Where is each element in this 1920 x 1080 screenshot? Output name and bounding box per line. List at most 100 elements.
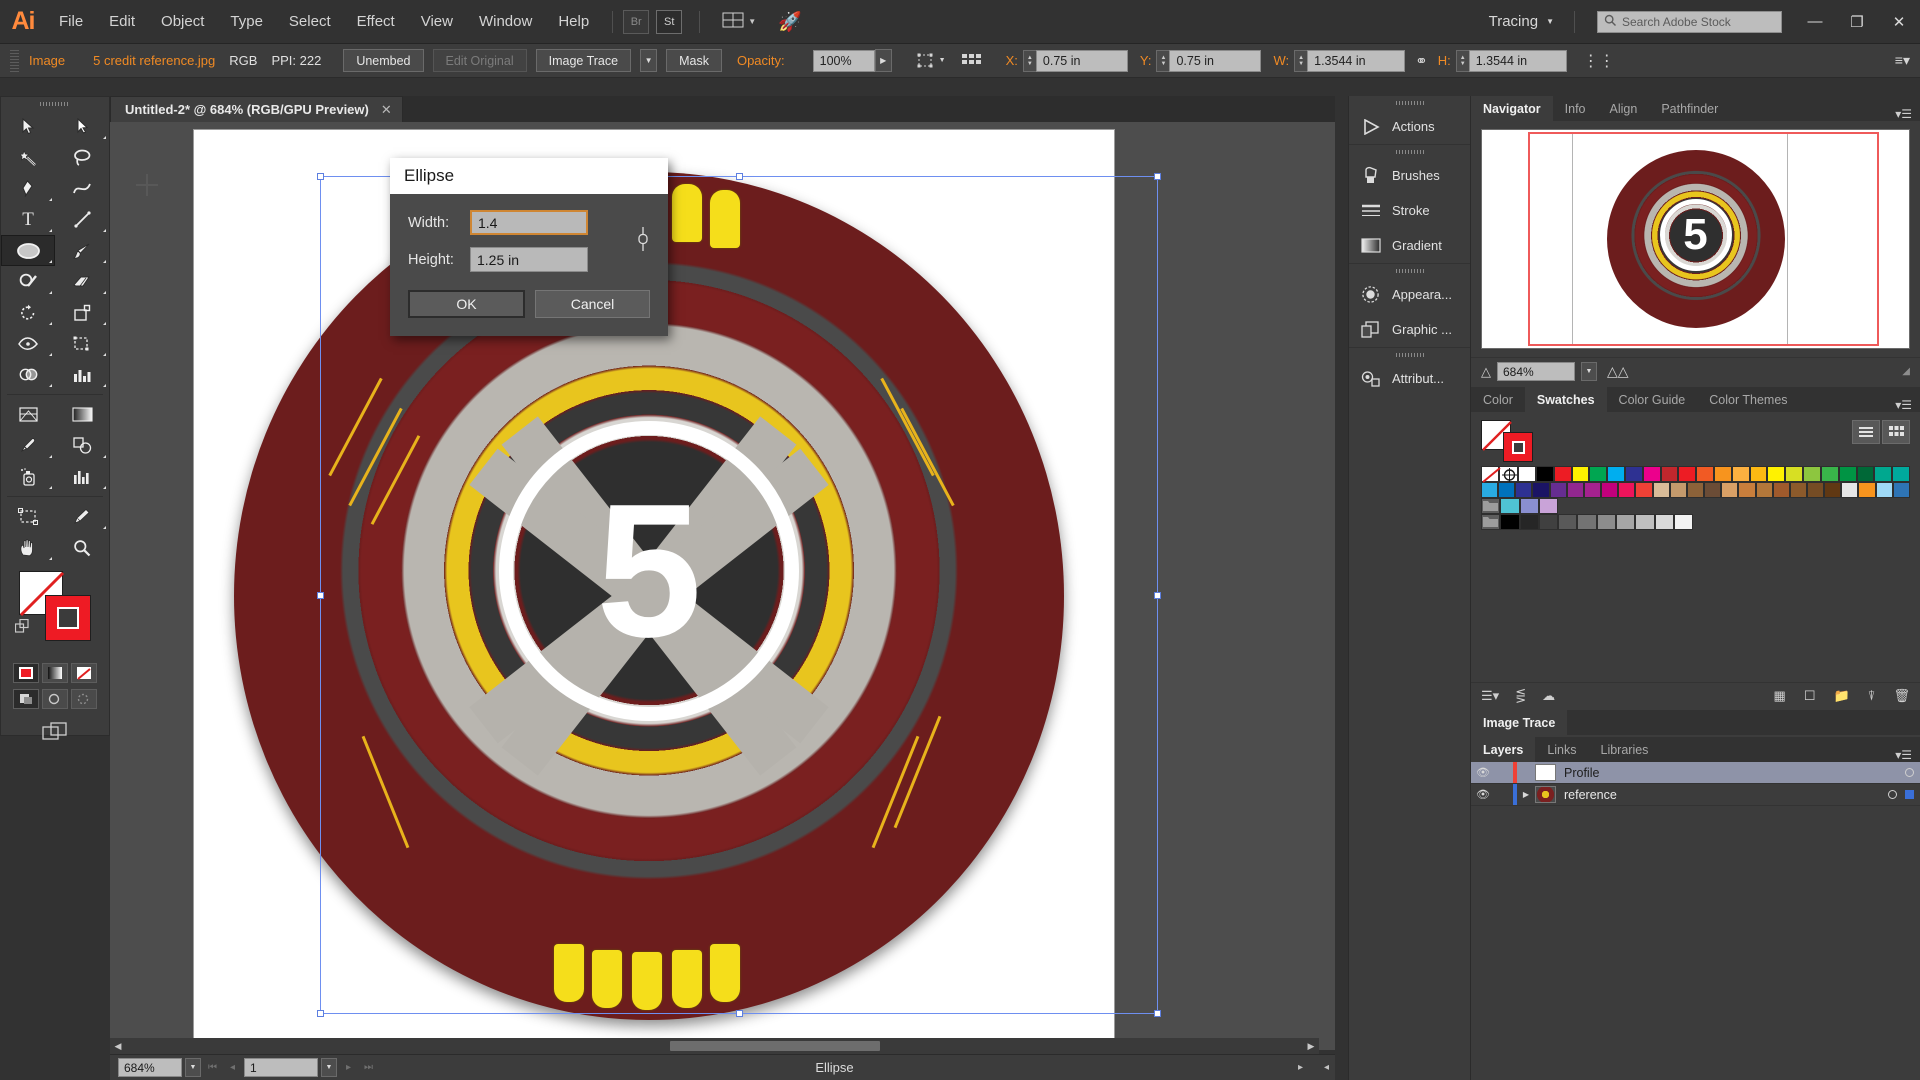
minimize-button[interactable]: —: [1794, 7, 1836, 37]
swatch-color[interactable]: [1696, 466, 1715, 482]
swatch-options-button[interactable]: ☐: [1804, 688, 1816, 704]
swatch-color[interactable]: [1500, 514, 1520, 530]
swatch-color[interactable]: [1607, 466, 1625, 482]
canvas-horizontal-scrollbar[interactable]: ◀ ▶: [110, 1038, 1319, 1054]
panel-brushes[interactable]: Brushes: [1349, 158, 1470, 193]
symbol-sprayer-tool[interactable]: [1, 461, 55, 492]
tab-color-themes[interactable]: Color Themes: [1697, 387, 1799, 412]
swatch-color[interactable]: [1772, 482, 1790, 498]
control-bar-grip[interactable]: [10, 49, 19, 72]
swatch-color[interactable]: [1704, 482, 1722, 498]
stock-button[interactable]: St: [656, 9, 683, 34]
swatch-color[interactable]: [1532, 482, 1550, 498]
swatch-options-icon[interactable]: ☁: [1542, 688, 1555, 704]
panel-menu-icon[interactable]: ▾☰: [1887, 107, 1920, 121]
swatch-color[interactable]: [1481, 482, 1499, 498]
tab-align[interactable]: Align: [1598, 96, 1650, 121]
swatch-color[interactable]: [1498, 482, 1516, 498]
first-artboard-button[interactable]: ⏮: [204, 1062, 221, 1073]
panel-stroke[interactable]: Stroke: [1349, 193, 1470, 228]
tab-color[interactable]: Color: [1471, 387, 1525, 412]
swatch-color[interactable]: [1538, 514, 1559, 530]
swatch-none[interactable]: [1481, 466, 1501, 483]
swatch-color[interactable]: [1652, 482, 1670, 498]
tab-image-trace[interactable]: Image Trace: [1471, 710, 1568, 735]
hscroll-thumb[interactable]: [670, 1041, 880, 1051]
swatch-color[interactable]: [1714, 466, 1732, 482]
panel-actions[interactable]: Actions: [1349, 109, 1470, 144]
y-spinner[interactable]: ▲ ▼: [1156, 49, 1170, 72]
swatch-color[interactable]: [1803, 466, 1821, 482]
new-color-group-icon[interactable]: ▦: [1774, 688, 1786, 704]
navigator-view-box[interactable]: [1528, 132, 1879, 346]
workspace-switcher[interactable]: Tracing ▼: [1479, 8, 1564, 35]
column-graph-tool[interactable]: [55, 359, 109, 390]
swatch-color[interactable]: [1669, 482, 1687, 498]
target-indicator-icon[interactable]: [1888, 790, 1897, 799]
swatch-color[interactable]: [1820, 466, 1839, 482]
control-bar-overflow-icon[interactable]: ≡▾: [1895, 52, 1920, 69]
eye-icon[interactable]: 👁: [1471, 788, 1495, 801]
width-tool[interactable]: [1, 328, 55, 359]
shaper-tool[interactable]: [1, 266, 55, 297]
artboard-tool[interactable]: [1, 501, 55, 532]
none-button[interactable]: [71, 663, 97, 683]
swatch-group-folder[interactable]: [1481, 498, 1501, 514]
tab-navigator[interactable]: Navigator: [1471, 96, 1553, 121]
gradient-tool[interactable]: [55, 399, 109, 430]
swatch-registration[interactable]: [1498, 466, 1519, 482]
swatch-libraries-icon[interactable]: ☰▾: [1481, 688, 1499, 704]
swatch-color[interactable]: [1577, 514, 1597, 530]
free-transform-tool[interactable]: [55, 328, 109, 359]
swatch-color[interactable]: [1841, 482, 1859, 498]
panel-appearance[interactable]: Appeara...: [1349, 277, 1470, 312]
swatch-color[interactable]: [1856, 466, 1875, 482]
chevron-right-icon[interactable]: ▶: [1517, 790, 1535, 799]
swatch-color[interactable]: [1686, 482, 1705, 498]
list-view-icon[interactable]: [1852, 420, 1880, 444]
swatch-color[interactable]: [1553, 466, 1572, 482]
rotate-tool[interactable]: [1, 297, 55, 328]
swatch-color[interactable]: [1858, 482, 1876, 498]
swatch-color[interactable]: [1601, 482, 1619, 498]
swatch-color[interactable]: [1583, 482, 1602, 498]
delete-swatch-icon[interactable]: 🗑: [1893, 688, 1910, 704]
x-input[interactable]: 0.75 in: [1035, 49, 1128, 72]
selection-tool[interactable]: [1, 111, 55, 142]
opacity-input[interactable]: 100%: [812, 49, 875, 72]
swatch-color[interactable]: [1749, 466, 1768, 482]
swatch-color[interactable]: [1838, 466, 1857, 482]
lasso-tool[interactable]: [55, 142, 109, 173]
image-trace-preset-dropdown[interactable]: ▼: [640, 49, 658, 72]
width-input[interactable]: 1.4: [470, 210, 588, 235]
menu-edit[interactable]: Edit: [96, 7, 148, 36]
slice-tool[interactable]: [55, 501, 109, 532]
next-artboard-button[interactable]: ▸: [340, 1062, 357, 1073]
tab-libraries[interactable]: Libraries: [1589, 737, 1661, 762]
swatch-color[interactable]: [1892, 482, 1910, 498]
panel-attributes[interactable]: Attribut...: [1349, 361, 1470, 396]
gradient-button[interactable]: [42, 663, 68, 683]
pen-tool[interactable]: [1, 173, 55, 204]
swatch-color[interactable]: [1618, 482, 1636, 498]
swatch-color[interactable]: [1535, 466, 1554, 482]
color-button[interactable]: [13, 663, 39, 683]
menu-effect[interactable]: Effect: [344, 7, 408, 36]
panel-menu-icon[interactable]: ▾☰: [1887, 748, 1920, 762]
swatch-color[interactable]: [1654, 514, 1674, 530]
perspective-grid-tool[interactable]: [1, 399, 55, 430]
swatch-color[interactable]: [1731, 466, 1750, 482]
height-input[interactable]: 1.25 in: [470, 247, 588, 272]
tab-pathfinder[interactable]: Pathfinder: [1649, 96, 1730, 121]
panel-menu-icon[interactable]: ▾☰: [1887, 398, 1920, 412]
tab-info[interactable]: Info: [1553, 96, 1598, 121]
swatch-color[interactable]: [1519, 514, 1539, 530]
x-spinner[interactable]: ▲ ▼: [1022, 49, 1036, 72]
type-tool[interactable]: T: [1, 204, 55, 235]
status-scroll-left[interactable]: ◂: [1318, 1062, 1335, 1073]
swatch-color[interactable]: [1789, 482, 1807, 498]
swatch-color[interactable]: [1624, 466, 1643, 482]
draw-normal-icon[interactable]: [13, 689, 39, 709]
grid-view-icon[interactable]: [1882, 420, 1910, 444]
selection-indicator-icon[interactable]: [1905, 790, 1914, 799]
